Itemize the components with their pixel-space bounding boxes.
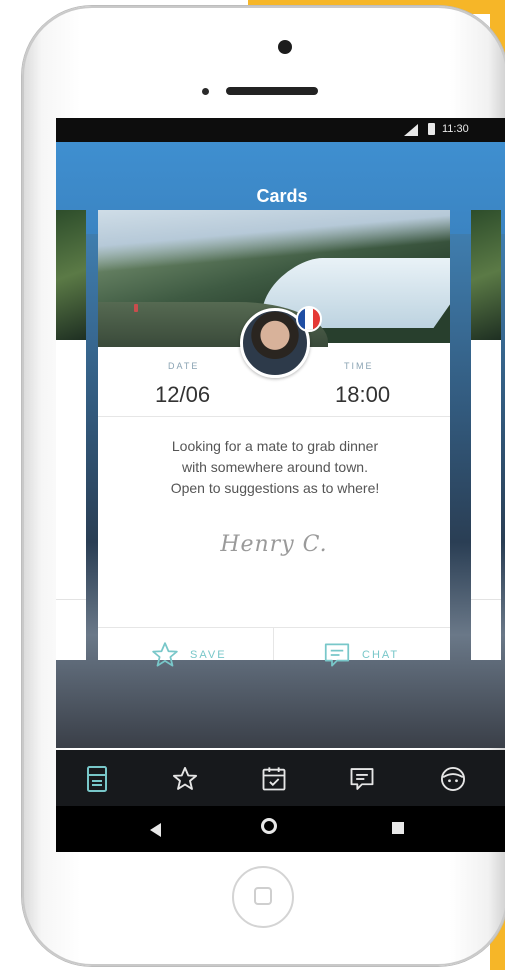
star-outline-icon — [152, 642, 178, 667]
cards-icon — [87, 766, 107, 792]
flag-stripe-red — [312, 308, 320, 330]
bottom-tab-bar — [56, 750, 505, 806]
tab-messages[interactable] — [345, 762, 379, 796]
previous-card-footer — [56, 599, 86, 660]
chat-icon — [350, 768, 374, 790]
tab-saved[interactable] — [168, 762, 202, 796]
previous-card[interactable] — [56, 210, 86, 660]
home-icon[interactable] — [261, 818, 277, 834]
earpiece-speaker — [226, 87, 318, 95]
chat-button[interactable]: CHAT — [320, 640, 399, 670]
date-value: 12/06 — [155, 382, 211, 407]
actions-separator — [273, 627, 274, 660]
tab-calendar[interactable] — [257, 762, 291, 796]
signature: Henry C. — [220, 532, 328, 557]
page-title: Cards — [256, 186, 308, 206]
star-icon — [172, 766, 198, 790]
flag-stripe-white — [305, 308, 313, 330]
image-person — [134, 304, 138, 312]
date-label: DATE — [168, 361, 200, 371]
card-message: Looking for a mate to grab dinner with s… — [110, 436, 440, 499]
battery-icon — [428, 123, 435, 135]
status-time: 11:30 — [442, 123, 469, 135]
chat-bubble-icon — [324, 643, 350, 667]
previous-card-image — [56, 210, 86, 340]
profile-face-icon — [440, 766, 466, 792]
save-label: SAVE — [190, 649, 227, 661]
save-button[interactable]: SAVE — [148, 640, 227, 670]
back-icon[interactable] — [150, 823, 161, 837]
time-value: 18:00 — [335, 382, 391, 407]
message-line: Looking for a mate to grab dinner — [171, 438, 379, 454]
status-bar: 11:30 — [56, 118, 505, 142]
signal-icon — [404, 124, 418, 136]
france-flag-icon — [296, 306, 322, 332]
card-divider — [98, 416, 450, 417]
tab-profile[interactable] — [436, 762, 470, 796]
next-card-image — [471, 210, 501, 340]
message-line: Open to suggestions as to where! — [170, 480, 380, 496]
proximity-sensor — [202, 88, 209, 95]
calendar-check-icon — [262, 767, 286, 791]
chat-label: CHAT — [362, 649, 400, 661]
android-nav-bar — [56, 806, 505, 852]
home-button-icon — [254, 887, 272, 905]
time-label: TIME — [344, 361, 374, 371]
tab-cards[interactable] — [80, 762, 114, 796]
actions-divider — [98, 627, 450, 628]
next-card[interactable] — [471, 210, 501, 660]
activity-card[interactable] — [98, 210, 450, 660]
message-line: with somewhere around town. — [182, 459, 368, 475]
recent-apps-icon[interactable] — [392, 822, 404, 834]
flag-stripe-blue — [298, 308, 306, 330]
next-card-footer — [471, 599, 501, 660]
front-camera — [278, 40, 292, 54]
